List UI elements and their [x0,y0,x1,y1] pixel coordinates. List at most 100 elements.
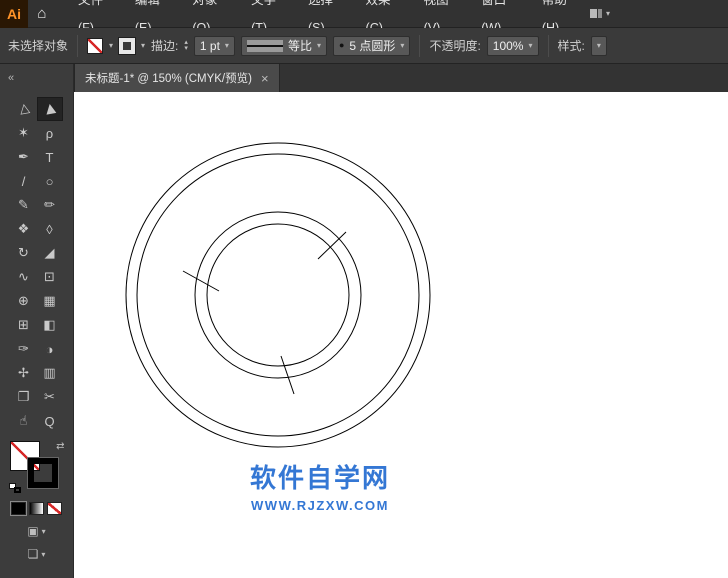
mesh-tool[interactable]: ⊞ [11,313,37,337]
app-logo: Ai [0,0,28,28]
none-button[interactable] [47,502,62,515]
fill-color-swatch[interactable] [87,37,104,54]
workspace-icon [589,9,602,18]
swap-fill-stroke-icon[interactable]: ⇄ [56,441,64,452]
gradient-button[interactable] [29,502,44,515]
artwork-tick-1[interactable] [182,270,220,292]
perspective-grid-tool-icon: ▦ [43,293,56,308]
blend-tool[interactable]: ◑ [37,337,63,361]
style-dropdown[interactable]: ▾ [590,35,607,56]
opacity-value: 100% [492,38,524,53]
workspace-switcher[interactable]: ▾ [589,9,610,18]
document-tab[interactable]: 未标题-1* @ 150% (CMYK/预览) × [74,64,280,92]
scale-tool[interactable]: ◢ [37,241,63,265]
fill-chevron-icon[interactable]: ▾ [109,41,113,50]
ellipse-tool-icon: ○ [45,173,54,189]
blend-tool-icon: ◑ [45,341,54,357]
paintbrush-tool-icon: ✎ [18,197,29,212]
symbol-sprayer-tool[interactable]: ✢ [11,361,37,385]
blob-brush-tool[interactable]: ❖ [11,217,37,241]
default-fill-stroke-icon[interactable] [8,483,21,493]
chevron-down-icon: ▾ [528,41,533,50]
artwork-circle-3[interactable] [194,211,362,379]
chevron-down-icon: ▾ [605,9,610,18]
hand-tool-icon: ☝ [19,413,28,428]
selection-tool-icon: ▶ [40,102,58,116]
tool-grid: ▷ ▶ ✶ ρ ✒ T / ○ ✎ ✏ ❖ ◊ ↻ ◢ ∿ ⊡ ⊕ ▦ ⊞ ◧ ✑ ◑ ✢ ▥ ❐ ✂ ☝ Q [11,97,63,433]
width-profile-value: 等比 [287,39,312,53]
selection-tool[interactable]: ▶ [36,97,63,121]
magic-wand-tool-icon: ✶ [18,125,29,140]
slice-tool[interactable]: ✂ [37,385,63,409]
eraser-tool[interactable]: ◊ [37,217,63,241]
stepper-down-icon[interactable]: ▾ [184,45,188,52]
gradient-tool-icon: ◧ [43,317,56,332]
style-label: 样式: [557,39,585,53]
pencil-tool[interactable]: ✏ [37,193,63,217]
drawing-mode-button[interactable]: ▣ ▾ [27,524,45,538]
zoom-tool[interactable]: Q [37,409,63,433]
rotate-tool[interactable]: ↻ [11,241,37,265]
none-icon [48,503,61,514]
free-transform-tool[interactable]: ⊡ [37,265,63,289]
screen-mode-icon: ❏ [27,547,39,561]
magic-wand-tool[interactable]: ✶ [11,121,37,145]
control-bar: 未选择对象 ▾ ▾ 描边: ▴ ▾ 1 pt ▾ 等比 ▾ ● 5 点圆形 ▾ … [0,28,728,64]
divider [77,34,79,57]
perspective-grid-tool[interactable]: ▦ [37,289,63,313]
paintbrush-tool[interactable]: ✎ [11,193,37,217]
watermark: 软件自学网 WWW.RJZXW.COM [220,458,420,513]
collapse-panel-icon[interactable]: « [8,72,14,84]
artboard-tool-icon: ❐ [17,389,30,404]
opacity-label: 不透明度: [429,39,481,53]
canvas[interactable]: 软件自学网 WWW.RJZXW.COM [74,92,728,578]
symbol-sprayer-tool-icon: ✢ [18,365,29,380]
screen-mode-button[interactable]: ❏ ▾ [28,547,46,561]
artwork-tick-3[interactable] [280,355,295,395]
line-segment-tool[interactable]: / [11,169,37,193]
stroke-color-swatch[interactable] [118,36,137,55]
divider [547,34,549,57]
ellipse-tool[interactable]: ○ [37,169,63,193]
stroke-width-stepper[interactable]: ▴ ▾ [184,39,188,52]
artwork-tick-2[interactable] [317,231,347,260]
artwork-circle-2[interactable] [136,153,420,437]
shape-builder-tool-icon: ⊕ [18,293,29,308]
divider [419,34,421,57]
gradient-tool[interactable]: ◧ [37,313,63,337]
artboard-tool[interactable]: ❐ [11,385,37,409]
zoom-tool-icon: Q [44,413,55,429]
chevron-down-icon: ▾ [41,526,46,536]
blob-brush-tool-icon: ❖ [17,221,30,236]
stroke-profile-preview-icon [246,39,283,52]
line-segment-tool-icon: / [21,173,26,189]
artwork-circle-4[interactable] [206,223,350,367]
none-fill-icon [88,38,103,53]
pen-tool-icon: ✒ [18,149,29,164]
lasso-tool[interactable]: ρ [37,121,63,145]
hand-tool[interactable]: ☝ [11,409,37,433]
type-tool[interactable]: T [37,145,63,169]
pen-tool[interactable]: ✒ [11,145,37,169]
direct-selection-tool[interactable]: ▷ [11,97,37,121]
column-graph-tool-icon: ▥ [43,365,56,380]
brush-definition-dropdown[interactable]: ● 5 点圆形 ▾ [332,35,411,56]
width-profile-dropdown[interactable]: 等比 ▾ [240,35,327,56]
slice-tool-icon: ✂ [44,389,55,404]
stroke-width-value: 1 pt [199,38,220,53]
width-tool[interactable]: ∿ [11,265,37,289]
close-icon[interactable]: × [261,72,269,85]
column-graph-tool[interactable]: ▥ [37,361,63,385]
rotate-tool-icon: ↻ [18,245,29,260]
opacity-dropdown[interactable]: 100% ▾ [486,35,539,56]
home-icon[interactable]: ⌂ [28,0,56,28]
stroke-swatch[interactable] [26,457,59,489]
shape-builder-tool[interactable]: ⊕ [11,289,37,313]
color-button[interactable] [10,501,27,516]
tab-row: « 未标题-1* @ 150% (CMYK/预览) × [0,64,728,92]
artwork-circle-1[interactable] [125,142,431,448]
document-tab-bar: 未标题-1* @ 150% (CMYK/预览) × [74,64,728,92]
eyedropper-tool[interactable]: ✑ [11,337,37,361]
stroke-width-dropdown[interactable]: 1 pt ▾ [193,35,235,56]
stroke-chevron-icon[interactable]: ▾ [141,41,145,50]
